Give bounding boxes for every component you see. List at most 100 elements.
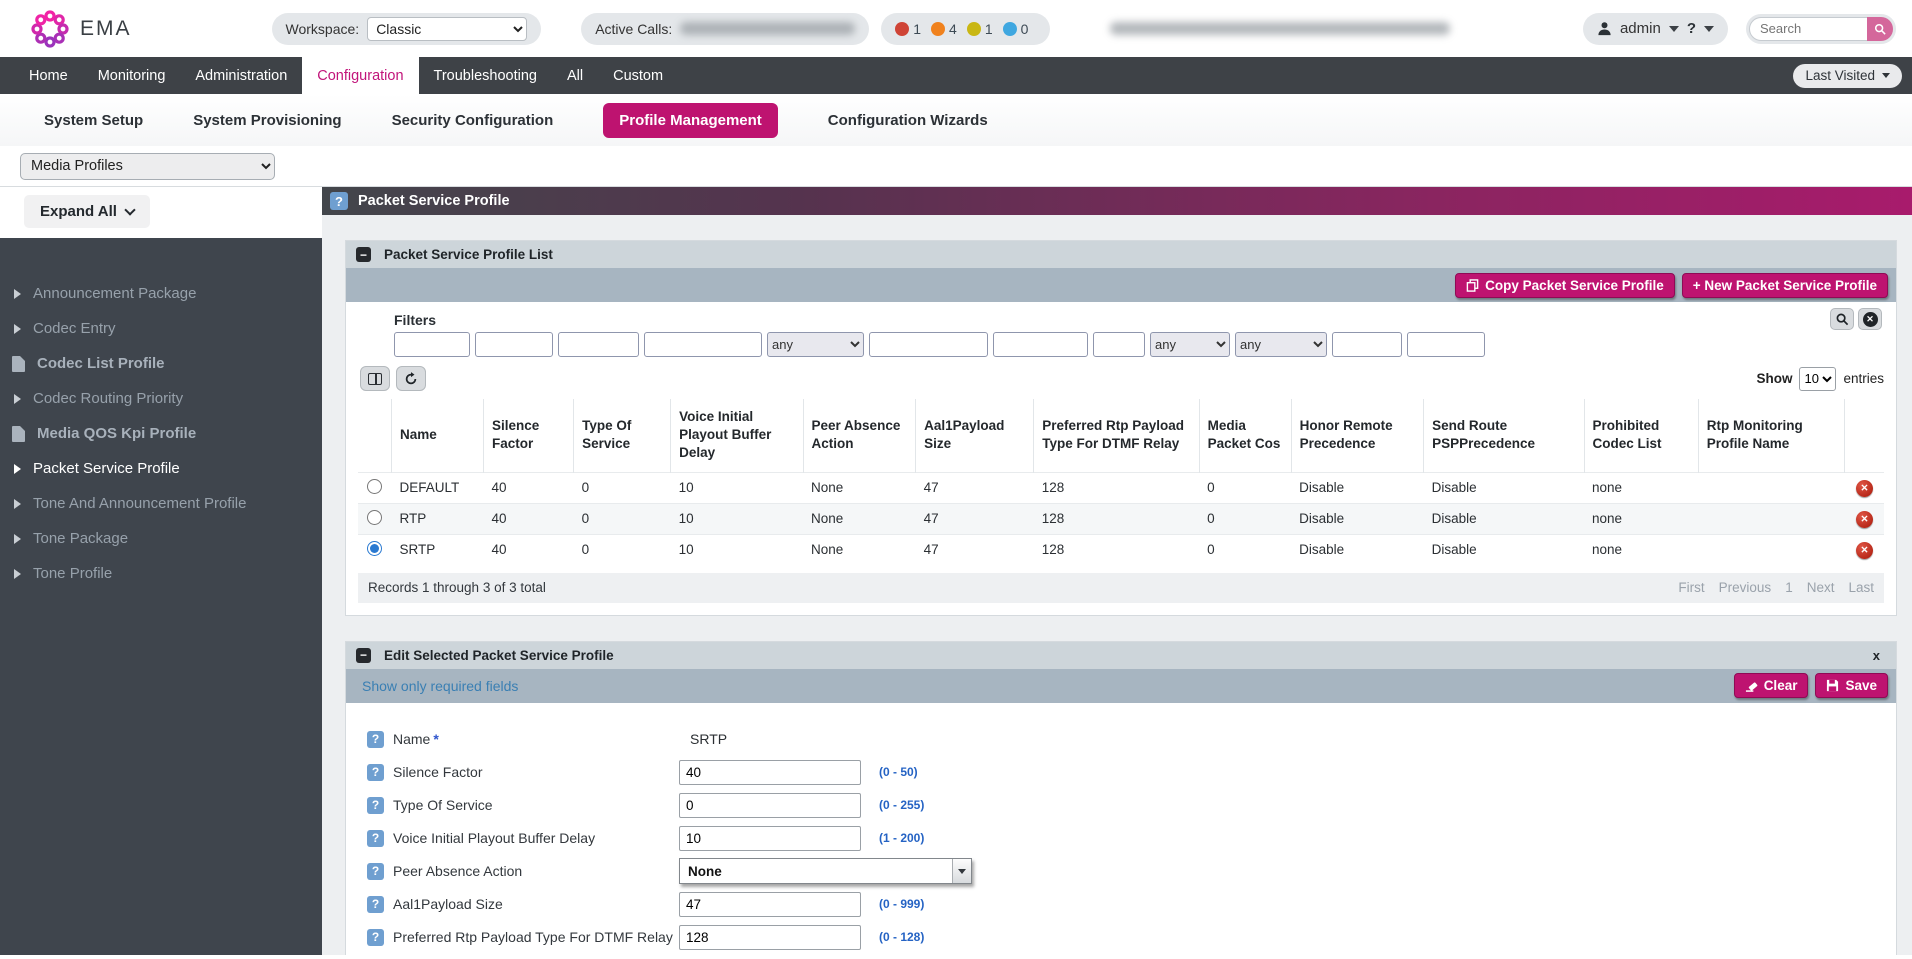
col-preferred-rtp[interactable]: Preferred Rtp Payload Type For DTMF Rela… [1034,399,1199,472]
table-cell: Disable [1291,472,1424,503]
row-select-radio[interactable] [367,510,382,525]
peer-absence-action-select[interactable]: None [679,858,972,884]
sidebar-item-media-qos-kpi-profile[interactable]: Media QOS Kpi Profile [0,416,322,451]
silence-factor-input[interactable] [679,760,861,785]
nav-item-monitoring[interactable]: Monitoring [83,57,181,94]
col-prohibited-codec[interactable]: Prohibited Codec List [1584,399,1698,472]
user-menu[interactable]: admin ? [1583,13,1728,45]
col-peer-absence[interactable]: Peer Absence Action [803,399,916,472]
alarm-dot-critical[interactable] [895,22,909,36]
alarm-dot-major[interactable] [931,22,945,36]
search-button[interactable] [1867,17,1893,41]
col-aal1payload[interactable]: Aal1Payload Size [916,399,1034,472]
field-help-icon[interactable]: ? [367,731,384,748]
sidebar-item-codec-list-profile[interactable]: Codec List Profile [0,346,322,381]
filter-voice-initial-input[interactable] [644,332,762,357]
sidebar-item-tone-and-announcement-profile[interactable]: Tone And Announcement Profile [0,486,322,521]
apply-filter-button[interactable] [1830,308,1854,330]
subnav-configuration-wizards[interactable]: Configuration Wizards [828,112,988,129]
col-name[interactable]: Name [392,399,484,472]
filter-peer-absence-select[interactable]: any [767,332,864,357]
combo-dropdown-button[interactable] [952,859,971,883]
row-select-radio[interactable] [367,541,382,556]
col-media-packet-cos[interactable]: Media Packet Cos [1199,399,1291,472]
clear-filter-button[interactable]: ✕ [1858,308,1882,330]
type-of-service-input[interactable] [679,793,861,818]
filter-preferred-rtp-input[interactable] [993,332,1088,357]
filter-prohibited-codec-input[interactable] [1332,332,1402,357]
sidebar-item-announcement-package[interactable]: Announcement Package [0,276,322,311]
sidebar-item-packet-service-profile[interactable]: Packet Service Profile [0,451,322,486]
col-honor-remote[interactable]: Honor Remote Precedence [1291,399,1424,472]
nav-item-configuration[interactable]: Configuration [302,57,418,94]
last-visited-button[interactable]: Last Visited [1793,64,1902,88]
close-icon[interactable]: x [1873,648,1886,663]
page-next[interactable]: Next [1807,580,1835,595]
delete-row-icon[interactable]: ✕ [1856,542,1873,559]
nav-item-custom[interactable]: Custom [598,57,678,94]
field-help-icon[interactable]: ? [367,764,384,781]
filter-silence-factor-input[interactable] [475,332,553,357]
nav-item-administration[interactable]: Administration [180,57,302,94]
copy-profile-button[interactable]: Copy Packet Service Profile [1455,273,1675,298]
filter-type-of-service-input[interactable] [558,332,639,357]
subnav-profile-management[interactable]: Profile Management [603,103,778,138]
sidebar-item-codec-routing-priority[interactable]: Codec Routing Priority [0,381,322,416]
aal1payload-size-input[interactable] [679,892,861,917]
show-entries-select[interactable]: 10 [1799,367,1836,391]
nav-item-home[interactable]: Home [14,57,83,94]
filter-rtp-monitoring-input[interactable] [1407,332,1485,357]
preferred-rtp-payload-input[interactable] [679,925,861,950]
help-icon[interactable]: ? [1687,20,1696,37]
sidebar-item-tone-package[interactable]: Tone Package [0,521,322,556]
filter-aal1payload-input[interactable] [869,332,988,357]
filter-media-packet-cos-input[interactable] [1093,332,1145,357]
filter-send-route-select[interactable]: any [1235,332,1327,357]
col-rtp-monitoring[interactable]: Rtp Monitoring Profile Name [1698,399,1845,472]
col-send-route[interactable]: Send Route PSPPrecedence [1424,399,1584,472]
subnav-system-provisioning[interactable]: System Provisioning [193,112,341,129]
delete-row-icon[interactable]: ✕ [1856,511,1873,528]
sidebar-item-codec-entry[interactable]: Codec Entry [0,311,322,346]
expand-all-button[interactable]: Expand All [24,195,150,228]
filter-honor-remote-select[interactable]: any [1150,332,1230,357]
field-help-icon[interactable]: ? [367,896,384,913]
alarm-dot-info[interactable] [1003,22,1017,36]
required-fields-link[interactable]: Show only required fields [362,678,518,694]
clear-button[interactable]: Clear [1734,673,1809,698]
field-help-icon[interactable]: ? [367,830,384,847]
new-profile-button[interactable]: + New Packet Service Profile [1682,273,1888,298]
subnav-security-configuration[interactable]: Security Configuration [392,112,554,129]
col-silence-factor[interactable]: Silence Factor [483,399,573,472]
alarm-dot-minor[interactable] [967,22,981,36]
profile-category-select[interactable]: Media Profiles [20,153,275,180]
save-button[interactable]: Save [1815,673,1888,698]
nav-item-all[interactable]: All [552,57,598,94]
page-last[interactable]: Last [1848,580,1874,595]
page-number[interactable]: 1 [1785,580,1793,595]
voice-initial-playout-input[interactable] [679,826,861,851]
records-summary: Records 1 through 3 of 3 total [368,580,546,595]
delete-row-icon[interactable]: ✕ [1856,480,1873,497]
search-icon [1874,23,1886,35]
subnav-system-setup[interactable]: System Setup [44,112,143,129]
main-content: ? Packet Service Profile − Packet Servic… [322,187,1912,955]
refresh-button[interactable] [396,366,426,391]
field-help-icon[interactable]: ? [367,929,384,946]
search-input[interactable] [1749,17,1867,41]
field-help-icon[interactable]: ? [367,797,384,814]
col-voice-initial[interactable]: Voice Initial Playout Buffer Delay [671,399,803,472]
page-previous[interactable]: Previous [1719,580,1772,595]
page-help-icon[interactable]: ? [330,192,348,210]
filter-name-input[interactable] [394,332,470,357]
collapse-icon[interactable]: − [356,648,371,663]
field-help-icon[interactable]: ? [367,863,384,880]
workspace-select[interactable]: Classic [367,17,527,41]
page-first[interactable]: First [1678,580,1704,595]
sidebar-item-tone-profile[interactable]: Tone Profile [0,556,322,591]
collapse-icon[interactable]: − [356,247,371,262]
col-type-of-service[interactable]: Type Of Service [574,399,671,472]
column-chooser-button[interactable] [360,366,390,391]
row-select-radio[interactable] [367,479,382,494]
nav-item-troubleshooting[interactable]: Troubleshooting [419,57,552,94]
